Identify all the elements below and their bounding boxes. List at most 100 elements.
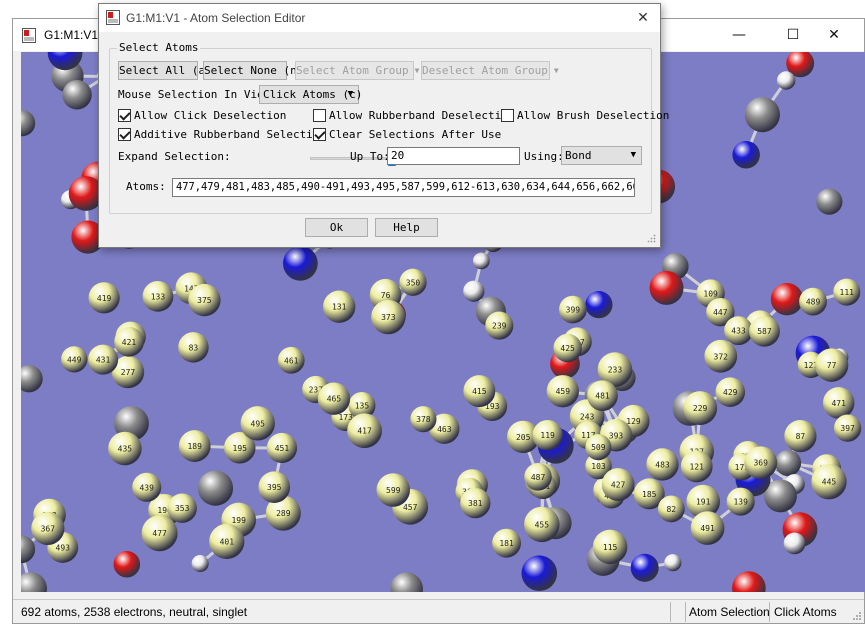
select-all-button[interactable]: Select All (a) bbox=[118, 61, 212, 80]
atom-number-label: 375 bbox=[197, 296, 212, 305]
status-separator bbox=[769, 602, 770, 622]
nitrogen-atom[interactable] bbox=[630, 553, 659, 582]
nitrogen-atom[interactable] bbox=[585, 291, 613, 319]
atom-number-label: 465 bbox=[327, 395, 342, 404]
oxygen-atom[interactable] bbox=[770, 283, 804, 316]
atom-number-label: 103 bbox=[591, 462, 606, 471]
close-button[interactable]: ✕ bbox=[811, 19, 857, 51]
nitrogen-atom[interactable] bbox=[732, 140, 760, 169]
help-button[interactable]: Help bbox=[375, 218, 438, 237]
atom-number-label: 373 bbox=[381, 313, 396, 322]
atom-number-label: 87 bbox=[796, 432, 806, 441]
atom-number-label: 445 bbox=[822, 478, 837, 487]
hydrogen-atom[interactable] bbox=[783, 532, 806, 555]
atom-selection-editor-dialog: G1:M1:V1 - Atom Selection Editor ✕ Selec… bbox=[98, 3, 669, 248]
carbon-atom[interactable] bbox=[390, 572, 423, 592]
atom-number-label: 135 bbox=[355, 402, 370, 411]
allow-rubberband-deselection-checkbox[interactable] bbox=[313, 109, 326, 122]
atom-number-label: 433 bbox=[731, 327, 746, 336]
using-select[interactable]: Bond ▼ bbox=[561, 146, 642, 165]
oxygen-atom[interactable] bbox=[113, 550, 141, 578]
expand-selection-label: Expand Selection: bbox=[118, 150, 231, 163]
ok-button[interactable]: Ok bbox=[305, 218, 368, 237]
atom-number-label: 487 bbox=[531, 473, 546, 482]
atom-number-label: 415 bbox=[472, 387, 487, 396]
atom-number-label: 369 bbox=[753, 459, 768, 468]
oxygen-atom[interactable] bbox=[732, 571, 766, 592]
atoms-list-input[interactable]: 477,479,481,483,485,490-491,493,495,587,… bbox=[172, 178, 635, 197]
atom-number-label: 229 bbox=[693, 404, 708, 413]
atom-number-label: 481 bbox=[595, 392, 610, 401]
atom-number-label: 381 bbox=[468, 499, 483, 508]
additive-rubberband-selection-label[interactable]: Additive Rubberband Selection bbox=[134, 128, 326, 142]
up-to-label: Up To: bbox=[350, 150, 390, 163]
mouse-selection-select[interactable]: Click Atoms (c) ▼ bbox=[259, 85, 362, 104]
atom-number-label: 189 bbox=[187, 442, 202, 451]
status-separator bbox=[670, 602, 671, 622]
atom-number-label: 459 bbox=[556, 387, 571, 396]
allow-rubberband-deselection-label[interactable]: Allow Rubberband Deselection bbox=[329, 109, 514, 123]
nitrogen-atom[interactable] bbox=[282, 245, 318, 281]
allow-click-deselection-checkbox[interactable] bbox=[118, 109, 131, 122]
atom-number-label: 493 bbox=[56, 543, 71, 552]
allow-brush-deselection-label[interactable]: Allow Brush Deselection bbox=[517, 109, 669, 123]
atoms-label: Atoms: bbox=[126, 180, 166, 193]
maximize-icon: ☐ bbox=[786, 27, 800, 43]
carbon-atom[interactable] bbox=[744, 96, 780, 133]
select-atom-group-button[interactable]: Select Atom Group ▼ bbox=[295, 61, 419, 80]
nitrogen-atom[interactable] bbox=[521, 555, 558, 592]
select-none-button[interactable]: Select None (n) bbox=[203, 61, 303, 80]
atom-number-label: 115 bbox=[603, 543, 618, 552]
carbon-atom[interactable] bbox=[21, 110, 36, 137]
carbon-atom[interactable] bbox=[62, 80, 92, 110]
atom-number-label: 289 bbox=[276, 509, 291, 518]
resize-grip-icon[interactable] bbox=[852, 611, 862, 621]
atom-number-label: 139 bbox=[733, 498, 748, 507]
atom-number-label: 599 bbox=[386, 486, 401, 495]
maximize-button[interactable]: ☐ bbox=[770, 19, 816, 51]
carbon-atom[interactable] bbox=[21, 572, 48, 592]
atom-number-label: 461 bbox=[284, 356, 299, 365]
atom-number-label: 489 bbox=[806, 298, 821, 307]
additive-rubberband-selection-checkbox[interactable] bbox=[118, 128, 131, 141]
clear-selections-after-use-label[interactable]: Clear Selections After Use bbox=[329, 128, 501, 142]
chevron-down-icon: ▼ bbox=[553, 66, 559, 75]
atom-number-label: 457 bbox=[403, 503, 418, 512]
carbon-atom[interactable] bbox=[775, 449, 802, 477]
atom-number-label: 471 bbox=[831, 399, 846, 408]
resize-grip-icon[interactable] bbox=[647, 234, 656, 243]
deselect-atom-group-label: Deselect Atom Group bbox=[422, 64, 548, 77]
atom-number-label: 185 bbox=[642, 490, 657, 499]
carbon-atom[interactable] bbox=[197, 470, 234, 506]
allow-click-deselection-label[interactable]: Allow Click Deselection bbox=[134, 109, 286, 123]
atom-number-label: 76 bbox=[381, 291, 391, 300]
atom-number-label: 205 bbox=[516, 433, 531, 442]
atom-number-label: 477 bbox=[152, 529, 167, 538]
select-atoms-group-label: Select Atoms bbox=[117, 41, 201, 54]
hydrogen-atom[interactable] bbox=[472, 252, 490, 270]
atom-number-label: 395 bbox=[267, 483, 282, 492]
hydrogen-atom[interactable] bbox=[664, 554, 682, 572]
minimize-button[interactable]: — bbox=[716, 19, 762, 51]
carbon-atom[interactable] bbox=[21, 365, 43, 393]
atom-number-label: 181 bbox=[499, 539, 514, 548]
atom-number-label: 131 bbox=[332, 303, 347, 312]
hydrogen-atom[interactable] bbox=[191, 555, 209, 573]
hydrogen-atom[interactable] bbox=[463, 280, 485, 302]
clear-selections-after-use-checkbox[interactable] bbox=[313, 128, 326, 141]
atom-number-label: 449 bbox=[67, 355, 82, 364]
atom-number-label: 587 bbox=[757, 327, 772, 336]
hydrogen-atom[interactable] bbox=[776, 71, 796, 90]
up-to-input[interactable]: 20 bbox=[387, 147, 520, 165]
oxygen-atom[interactable] bbox=[649, 270, 684, 305]
atom-number-label: 397 bbox=[840, 424, 855, 433]
atom-number-label: 431 bbox=[96, 356, 111, 365]
deselect-atom-group-button[interactable]: Deselect Atom Group ▼ bbox=[421, 61, 559, 80]
carbon-atom[interactable] bbox=[816, 188, 843, 215]
allow-brush-deselection-checkbox[interactable] bbox=[501, 109, 514, 122]
atom-number-label: 378 bbox=[416, 415, 431, 424]
gaussview-app-icon bbox=[22, 28, 36, 43]
dialog-close-button[interactable]: ✕ bbox=[626, 4, 660, 32]
dialog-title-bar[interactable]: G1:M1:V1 - Atom Selection Editor ✕ bbox=[99, 4, 660, 32]
status-mode: Atom Selection bbox=[689, 605, 770, 619]
